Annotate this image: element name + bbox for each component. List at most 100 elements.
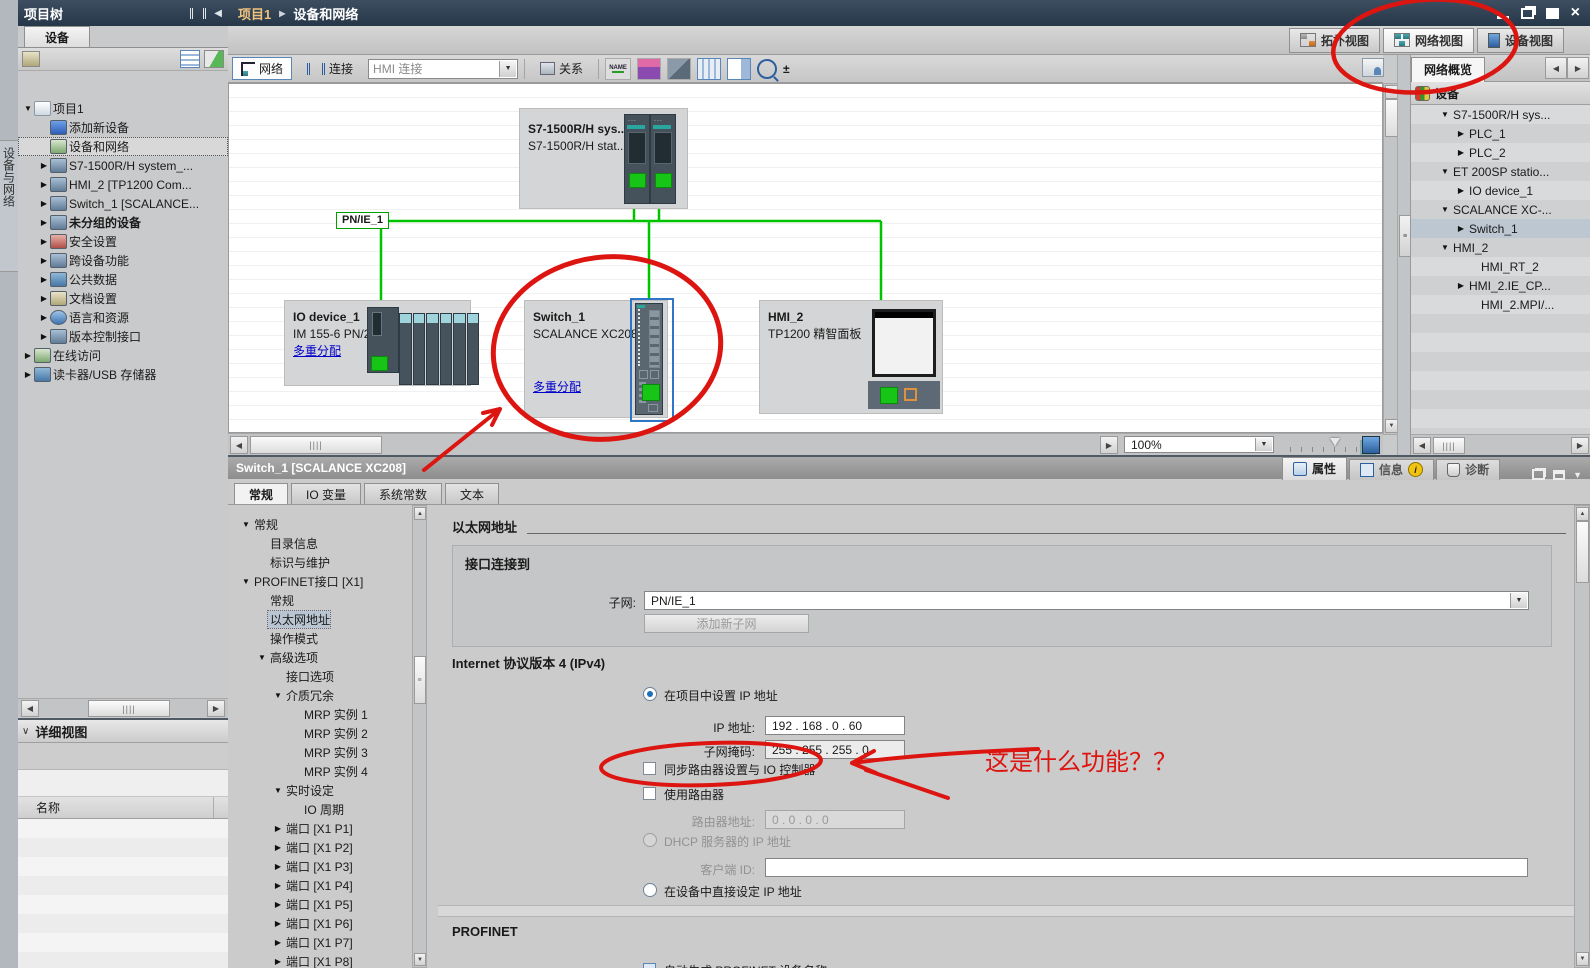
- expander-icon[interactable]: ▶: [38, 256, 50, 265]
- expander-icon[interactable]: ▶: [1455, 186, 1467, 195]
- tab-scroll-right-icon[interactable]: ▶: [1567, 57, 1589, 79]
- scroll-up-icon[interactable]: ▲: [414, 507, 426, 520]
- hmi-box[interactable]: HMI_2 TP1200 精智面板: [759, 300, 943, 414]
- overview-row-hmi2[interactable]: ▼HMI_2: [1411, 238, 1590, 257]
- client-id-field[interactable]: [765, 858, 1528, 877]
- scroll-thumb[interactable]: ≡: [414, 656, 426, 704]
- ip-address-field[interactable]: 192 . 168 . 0 . 60: [765, 716, 905, 735]
- grid-view-icon[interactable]: [697, 58, 721, 80]
- nav-mrp1[interactable]: MRP 实例 1: [232, 705, 412, 724]
- nav-media-redundancy[interactable]: ▼介质冗余: [232, 686, 412, 705]
- scroll-right-icon[interactable]: ▶: [207, 700, 225, 717]
- overview-column-header[interactable]: 设备: [1411, 82, 1590, 105]
- tab-io-tags[interactable]: IO 变量: [291, 483, 361, 504]
- nav-mrp4[interactable]: MRP 实例 4: [232, 762, 412, 781]
- expander-icon[interactable]: ▶: [22, 370, 34, 379]
- tree-item-languages[interactable]: ▶语言和资源: [18, 308, 228, 327]
- scroll-right-icon[interactable]: ▶: [1571, 437, 1589, 454]
- nav-mrp3[interactable]: MRP 实例 3: [232, 743, 412, 762]
- network-mode-button[interactable]: 网络: [232, 57, 292, 80]
- project-tree-hscrollbar[interactable]: ◀ |||| ▶: [18, 698, 228, 717]
- relations-button[interactable]: 关系: [531, 57, 592, 80]
- collapse-panel-icon[interactable]: ◀: [214, 8, 222, 19]
- scroll-down-icon[interactable]: ▼: [1576, 952, 1589, 966]
- panel-splitter[interactable]: ≡: [1397, 55, 1411, 455]
- io-im-module[interactable]: [367, 307, 399, 373]
- radio-set-ip-on-device[interactable]: [643, 883, 657, 897]
- expander-icon[interactable]: ▶: [38, 161, 50, 170]
- radio-set-ip-in-project[interactable]: [643, 687, 657, 701]
- tree-item-doc-settings[interactable]: ▶文档设置: [18, 289, 228, 308]
- scroll-down-icon[interactable]: ▼: [414, 953, 426, 966]
- tree-item-switch1[interactable]: ▶Switch_1 [SCALANCE...: [18, 194, 228, 213]
- overview-hscrollbar[interactable]: ◀ |||| ▶: [1411, 434, 1590, 455]
- devices-tab[interactable]: 设备: [24, 26, 90, 48]
- nav-port-p7[interactable]: ▶端口 [X1 P7]: [232, 933, 412, 952]
- scroll-thumb[interactable]: ||||: [250, 436, 382, 454]
- overview-row-et200sp[interactable]: ▼ET 200SP statio...: [1411, 162, 1590, 181]
- overview-row-iodevice[interactable]: ▶IO device_1: [1411, 181, 1590, 200]
- breadcrumb-page[interactable]: 设备和网络: [293, 4, 358, 23]
- highlight-subnet-icon[interactable]: [667, 58, 691, 80]
- split-pane-icon[interactable]: [727, 58, 751, 80]
- nav-port-p5[interactable]: ▶端口 [X1 P5]: [232, 895, 412, 914]
- expander-icon[interactable]: ▶: [1455, 281, 1467, 290]
- connection-type-select[interactable]: HMI 连接 ▼: [368, 59, 518, 79]
- overview-row-hmiiecp[interactable]: ▶HMI_2.IE_CP...: [1411, 276, 1590, 295]
- plc-station-box[interactable]: S7-1500R/H sys... S7-1500R/H stat... ...…: [519, 108, 688, 209]
- pin-panel-icon[interactable]: [190, 8, 206, 19]
- tab-general[interactable]: 常规: [234, 483, 288, 504]
- scroll-right-icon[interactable]: ▶: [1100, 436, 1118, 454]
- nav-ident-maint[interactable]: 标识与维护: [232, 553, 412, 572]
- nav-port-p4[interactable]: ▶端口 [X1 P4]: [232, 876, 412, 895]
- expander-icon[interactable]: ▶: [38, 332, 50, 341]
- expander-icon[interactable]: ▶: [1455, 224, 1467, 233]
- nav-general[interactable]: ▼常规: [232, 515, 412, 534]
- column-view-icon[interactable]: [180, 50, 200, 68]
- use-router-checkbox[interactable]: [643, 787, 656, 800]
- tab-device-view[interactable]: 设备视图: [1477, 28, 1564, 53]
- restore-icon[interactable]: [1521, 8, 1534, 19]
- expander-icon[interactable]: ▼: [1439, 110, 1451, 119]
- fit-to-view-icon[interactable]: [1362, 436, 1380, 454]
- breadcrumb-project[interactable]: 项目1: [238, 4, 271, 23]
- autogen-name-checkbox[interactable]: [643, 963, 656, 968]
- expander-icon[interactable]: ▼: [1439, 205, 1451, 214]
- expander-icon[interactable]: ▼: [22, 104, 34, 113]
- properties-nav-scrollbar[interactable]: ▲ ≡ ▼: [412, 505, 427, 968]
- zoom-plusminus-label[interactable]: ±: [783, 62, 790, 76]
- hmi-screen[interactable]: [872, 309, 936, 377]
- scroll-left-icon[interactable]: ◀: [1413, 437, 1431, 454]
- overview-row-plc1[interactable]: ▶PLC_1: [1411, 124, 1590, 143]
- add-subnet-button[interactable]: 添加新子网: [644, 614, 809, 633]
- overview-row-plc2[interactable]: ▶PLC_2: [1411, 143, 1590, 162]
- tab-network-overview[interactable]: 网络概览: [1411, 57, 1485, 82]
- tree-item-s71500[interactable]: ▶S7-1500R/H system_...: [18, 156, 228, 175]
- nav-interface-options[interactable]: 接口选项: [232, 667, 412, 686]
- tab-topology-view[interactable]: 拓扑视图: [1289, 28, 1380, 53]
- nav-port-p1[interactable]: ▶端口 [X1 P1]: [232, 819, 412, 838]
- nav-port-p8[interactable]: ▶端口 [X1 P8]: [232, 952, 412, 968]
- close-icon[interactable]: ×: [1571, 7, 1580, 19]
- tree-item-security[interactable]: ▶安全设置: [18, 232, 228, 251]
- properties-content-scrollbar[interactable]: ▲ ▼: [1574, 505, 1590, 968]
- overview-row-switch1[interactable]: ▶Switch_1: [1411, 219, 1590, 238]
- chevron-down-icon[interactable]: ▼: [499, 61, 516, 77]
- collapse-panel-icon[interactable]: ▼: [1573, 470, 1582, 480]
- show-addresses-icon[interactable]: [637, 58, 661, 80]
- zoom-level-select[interactable]: 100% ▼: [1124, 436, 1274, 453]
- chevron-down-icon[interactable]: ∨: [22, 726, 29, 737]
- network-canvas[interactable]: PN/IE_1 S7-1500R/H sys... S7-1500R/H sta…: [228, 83, 1383, 433]
- expander-icon[interactable]: ▶: [1455, 148, 1467, 157]
- subnet-mask-field[interactable]: 255 . 255 . 255 . 0: [765, 740, 905, 759]
- tab-properties[interactable]: 属性: [1282, 457, 1347, 480]
- detail-view-name-header[interactable]: 名称: [18, 797, 228, 819]
- tree-item-common-data[interactable]: ▶公共数据: [18, 270, 228, 289]
- detail-view-header[interactable]: ∨ 详细视图: [18, 720, 228, 743]
- subnet-label[interactable]: PN/IE_1: [336, 212, 389, 229]
- expander-icon[interactable]: ▶: [38, 237, 50, 246]
- tab-system-constants[interactable]: 系统常数: [364, 483, 442, 504]
- scroll-thumb[interactable]: [1576, 521, 1589, 583]
- tab-texts[interactable]: 文本: [445, 483, 499, 504]
- expander-icon[interactable]: ▶: [22, 351, 34, 360]
